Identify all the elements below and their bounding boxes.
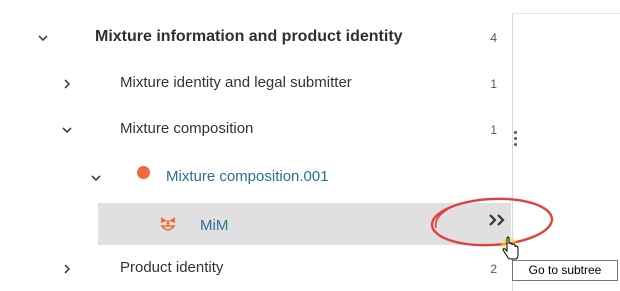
chevron-down-icon[interactable] — [59, 122, 75, 138]
chevron-down-icon[interactable] — [88, 170, 104, 186]
chevron-right-icon[interactable] — [59, 76, 75, 92]
tree-item-label: Product identity — [120, 259, 224, 276]
mim-icon — [160, 217, 176, 231]
tree-item-label: Mixture composition — [120, 120, 254, 137]
tree-item-count: 1 — [490, 77, 497, 91]
tree-item-count: 2 — [490, 262, 497, 276]
tree-item-product-identity[interactable]: Product identity 2 — [0, 246, 511, 291]
tree-item-mixture-composition[interactable]: Mixture composition 1 — [0, 107, 511, 153]
status-dot-icon — [137, 166, 150, 179]
tooltip: Go to subtree — [512, 260, 618, 281]
tree-item-mixture-identity[interactable]: Mixture identity and legal submitter 1 — [0, 61, 511, 107]
tree-item-count: 1 — [490, 123, 497, 137]
section-label: Mixture information and product identity — [95, 28, 403, 45]
chevron-right-icon[interactable] — [59, 261, 75, 277]
chevron-down-icon[interactable] — [35, 30, 51, 46]
section-count: 4 — [490, 31, 497, 45]
detail-pane — [512, 13, 620, 291]
divider — [512, 13, 620, 14]
tree-section-mixture-information[interactable]: Mixture information and product identity… — [0, 15, 511, 61]
splitter-handle[interactable] — [513, 131, 517, 147]
tree-panel-screen: Mixture information and product identity… — [0, 0, 620, 291]
record-label[interactable]: Mixture composition.001 — [166, 168, 329, 185]
tree-record-mixture-composition-001[interactable]: Mixture composition.001 — [0, 155, 511, 201]
tree-item-label: Mixture identity and legal submitter — [120, 74, 352, 91]
double-chevron-right-icon[interactable] — [485, 208, 511, 232]
tree-item-mim-label[interactable]: MiM — [200, 217, 228, 234]
